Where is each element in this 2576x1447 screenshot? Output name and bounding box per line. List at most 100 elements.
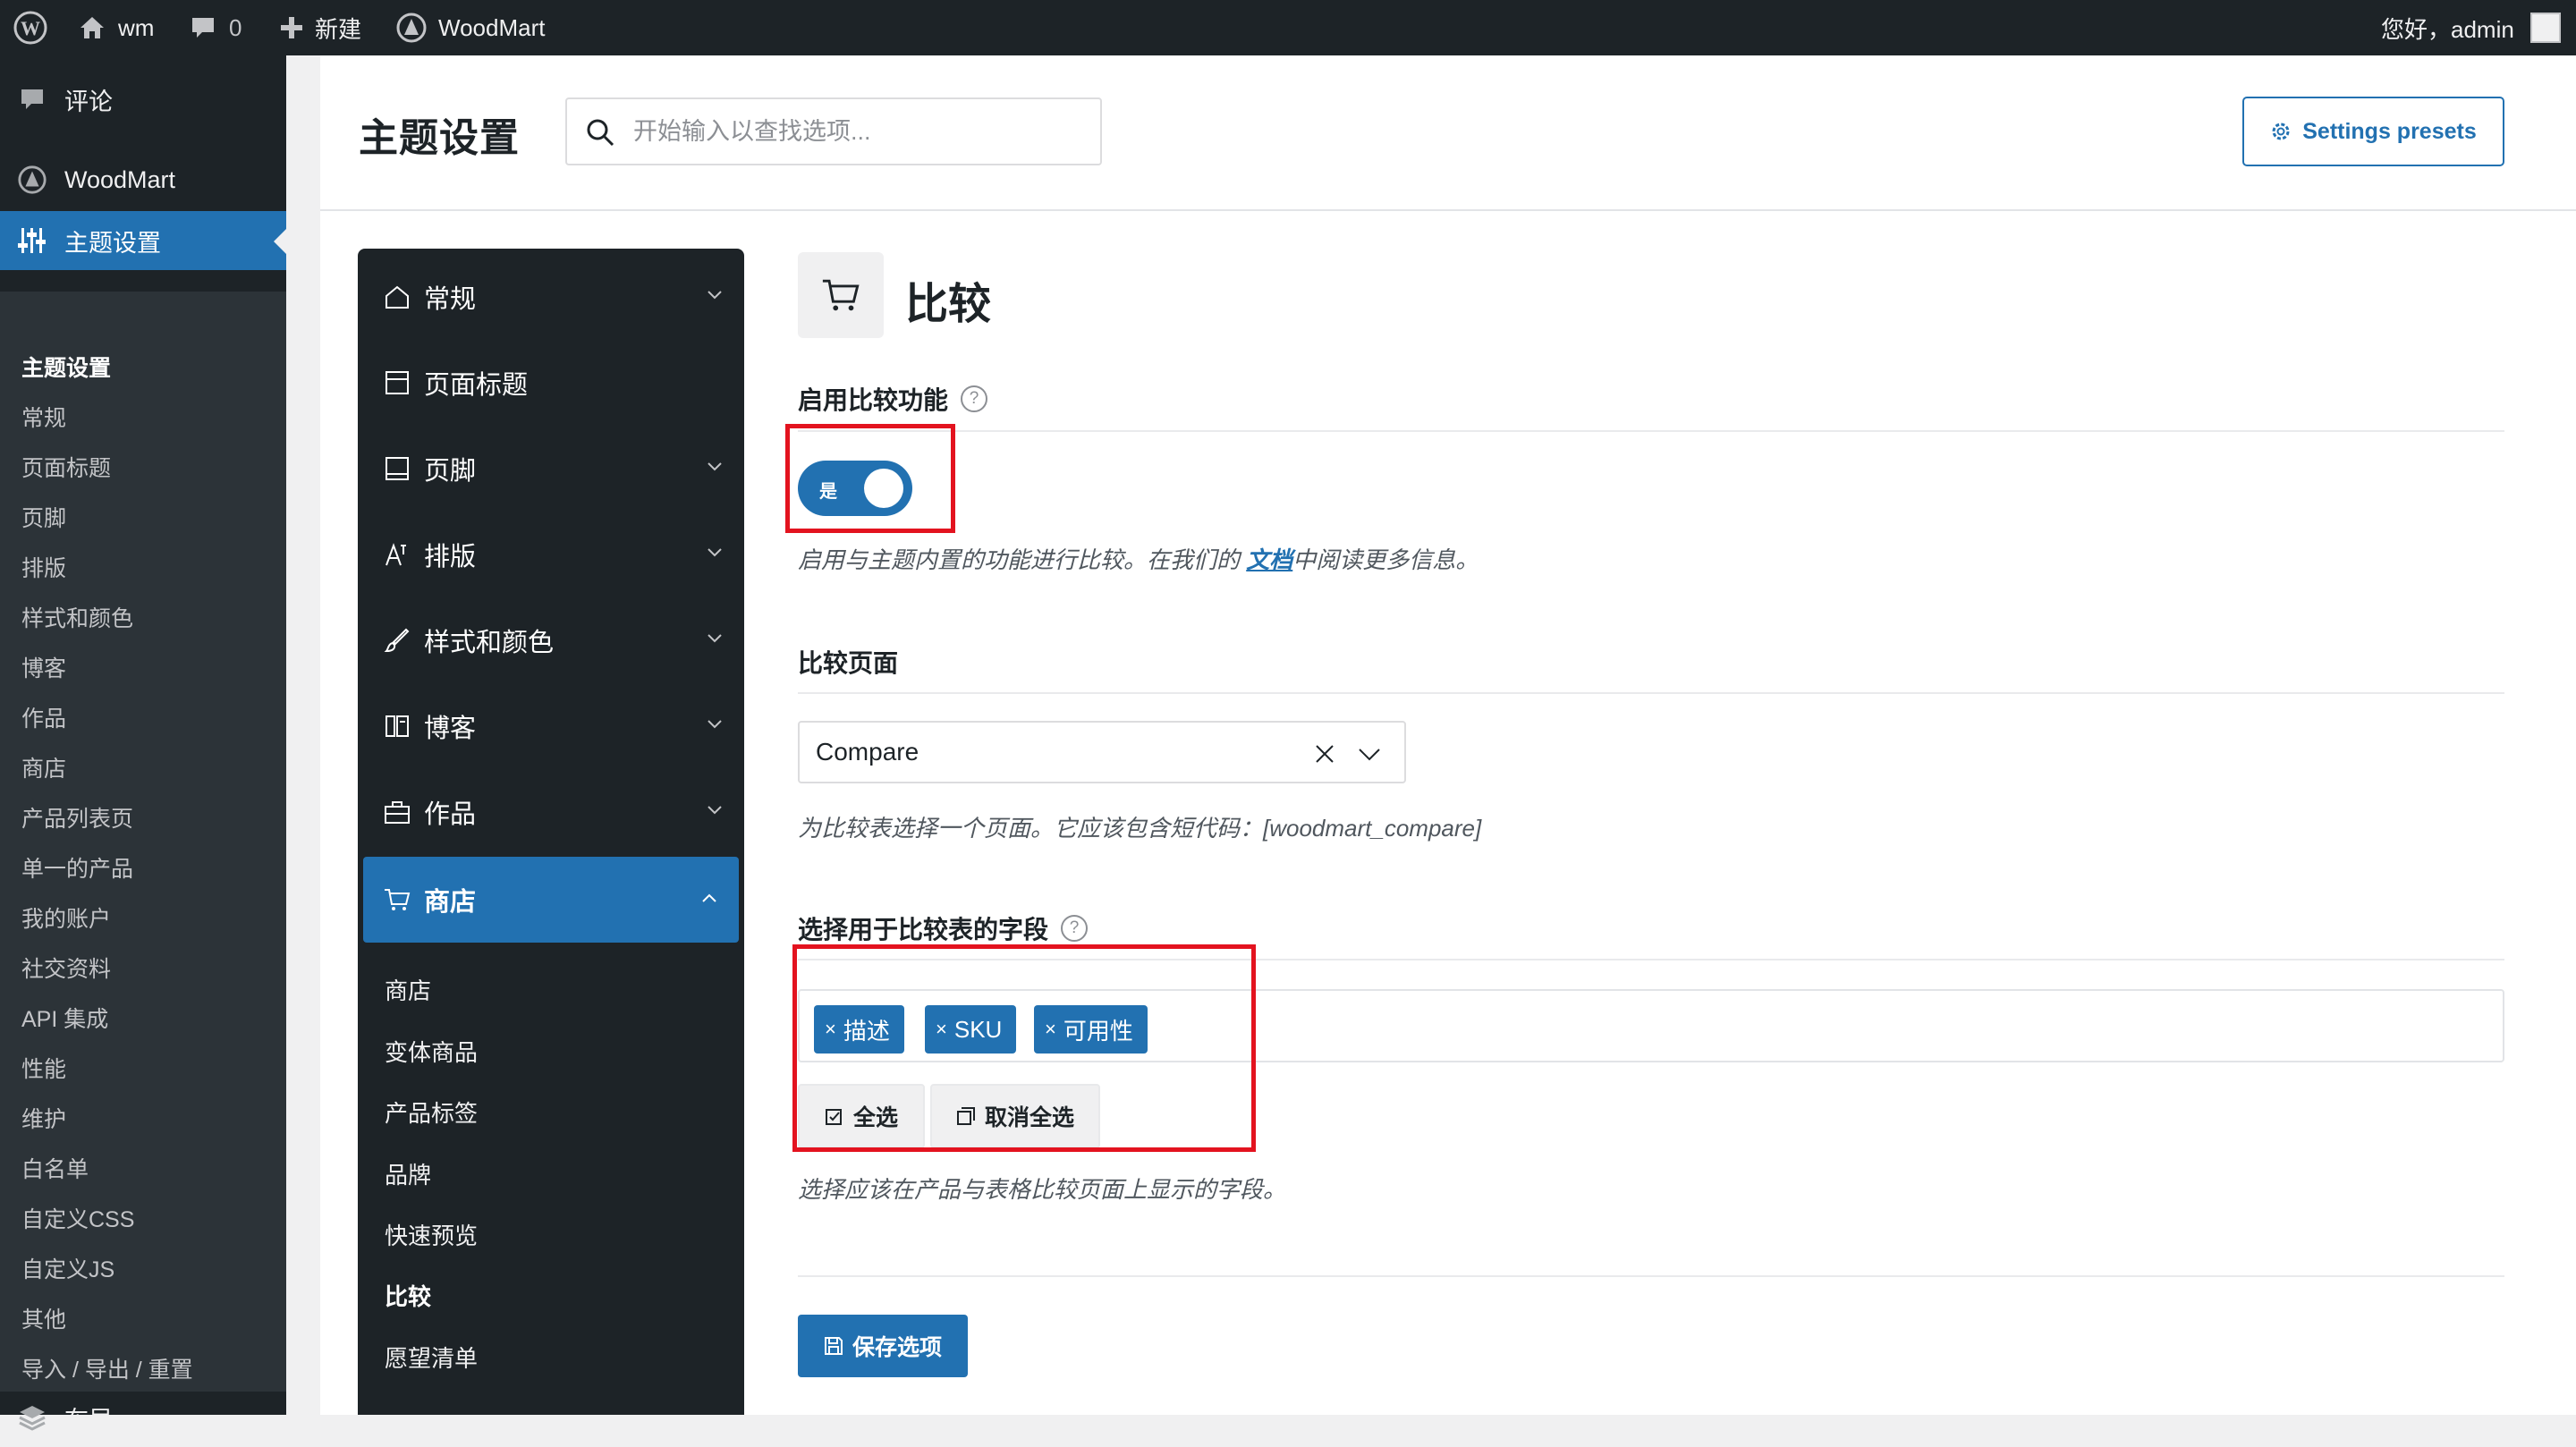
submenu-item-my-account[interactable]: 我的账户 [21, 901, 111, 934]
theme-settings-submenu: 主题设置 常规 页面标题 页脚 排版 样式和颜色 博客 作品 商店 产品列表页 … [0, 292, 286, 1392]
nav-subitem-compare[interactable]: 比较 [385, 1279, 431, 1312]
chevron-down-icon [708, 462, 722, 471]
nav-subitem-product-labels[interactable]: 产品标签 [385, 1096, 478, 1129]
nav-item-page-title[interactable]: 页面标题 [358, 340, 744, 426]
submenu-item-custom-js[interactable]: 自定义JS [21, 1252, 114, 1284]
page-title: 主题设置 [359, 116, 520, 160]
cart-icon [822, 279, 860, 311]
submenu-item-white-label[interactable]: 白名单 [21, 1152, 89, 1184]
woodmart-label: WoodMart [438, 13, 546, 41]
nav-item-portfolio[interactable]: 作品 [358, 769, 744, 855]
submenu-item-api[interactable]: API 集成 [21, 1002, 108, 1034]
submenu-item-general[interactable]: 常规 [21, 401, 66, 433]
clear-icon[interactable] [1315, 744, 1335, 764]
nav-item-shop[interactable]: 商店 [363, 857, 739, 943]
menu-item-woodmart[interactable]: WoodMart [0, 150, 286, 209]
brush-icon [384, 628, 410, 653]
footer-icon [386, 457, 409, 480]
submenu-item-performance[interactable]: 性能 [21, 1052, 66, 1084]
nav-item-label: 常规 [424, 285, 477, 314]
chevron-down-icon [708, 548, 722, 557]
submenu-item-social-profiles[interactable]: 社交资料 [21, 952, 111, 984]
site-name: wm [118, 13, 155, 41]
submenu-item-maintenance[interactable]: 维护 [21, 1102, 66, 1134]
compare-page-description: 为比较表选择一个页面。它应该包含短代码：[woodmart_compare] [798, 815, 1482, 842]
compare-fields-description: 选择应该在产品与表格比较页面上显示的字段。 [798, 1176, 1287, 1203]
help-icon[interactable]: ? [1061, 915, 1089, 942]
svg-text:W: W [21, 17, 40, 39]
submenu-item-portfolio[interactable]: 作品 [21, 701, 66, 733]
site-home-link[interactable]: wm [77, 0, 154, 55]
nav-item-label: 样式和颜色 [424, 629, 555, 657]
wordpress-logo-icon[interactable]: W [13, 0, 48, 55]
enable-compare-title: 启用比较功能 ? [798, 381, 988, 417]
field-title-text: 选择用于比较表的字段 [798, 916, 1049, 944]
nav-subitem-variable-products[interactable]: 变体商品 [385, 1035, 478, 1068]
compare-page-title: 比较页面 [798, 644, 898, 680]
layers-icon [16, 1401, 48, 1434]
submenu-item-blog[interactable]: 博客 [21, 651, 66, 683]
save-icon [824, 1337, 843, 1355]
compare-page-select[interactable]: Compare [798, 721, 1406, 783]
submenu-item-footer[interactable]: 页脚 [21, 501, 66, 533]
menu-item-comments[interactable]: 评论 [0, 70, 286, 129]
save-options-button[interactable]: 保存选项 [798, 1315, 968, 1377]
nav-subitem-shop[interactable]: 商店 [385, 973, 431, 1006]
woodmart-link[interactable]: WoodMart [395, 0, 545, 55]
gear-icon [2272, 123, 2290, 140]
submenu-item-product-archive[interactable]: 产品列表页 [21, 801, 133, 834]
menu-item-label: 评论 [64, 88, 113, 115]
menu-item-label: 布局 [64, 1406, 113, 1434]
plus-icon [281, 17, 302, 38]
submenu-item-page-title[interactable]: 页面标题 [21, 451, 111, 483]
nav-item-general[interactable]: 常规 [358, 254, 744, 340]
submenu-item-custom-css[interactable]: 自定义CSS [21, 1202, 134, 1234]
nav-item-label: 商店 [424, 888, 477, 917]
nav-subitem-wishlist[interactable]: 愿望清单 [385, 1341, 478, 1374]
search-box[interactable] [565, 97, 1102, 165]
compare-fields-title: 选择用于比较表的字段 ? [798, 910, 1089, 946]
divider [798, 692, 2504, 694]
chevron-down-icon [708, 806, 722, 815]
section-title: 比较 [905, 281, 992, 328]
settings-presets-button[interactable]: Settings presets [2242, 97, 2504, 166]
greeting: 您好，admin [2381, 15, 2514, 43]
nav-subitem-brands[interactable]: 品牌 [385, 1157, 431, 1190]
menu-item-layouts[interactable]: 布局 [0, 1388, 286, 1447]
comment-icon [192, 18, 214, 38]
chevron-down-icon[interactable] [1358, 748, 1381, 762]
docs-link[interactable]: 文档 [1246, 546, 1292, 573]
comment-count: 0 [229, 13, 242, 41]
chevron-down-icon [708, 720, 722, 729]
nav-item-label: 排版 [424, 543, 477, 571]
account-menu[interactable]: 您好，admin [2381, 0, 2561, 55]
nav-item-styles-colors[interactable]: 样式和颜色 [358, 597, 744, 683]
field-title-text: 比较页面 [798, 649, 899, 677]
desc-text: 启用与主题内置的功能进行比较。在我们的 [798, 546, 1247, 573]
comment-icon [16, 83, 48, 115]
comments-link[interactable]: 0 [190, 0, 242, 55]
nav-item-typography[interactable]: 排版 [358, 512, 744, 597]
search-icon [587, 119, 614, 147]
page-title-icon [386, 371, 409, 394]
briefcase-icon [385, 801, 410, 824]
submenu-item-import-export[interactable]: 导入 / 导出 / 重置 [21, 1352, 193, 1384]
submenu-item-styles-colors[interactable]: 样式和颜色 [21, 601, 133, 633]
nav-item-label: 作品 [424, 800, 477, 829]
new-content-link[interactable]: 新建 [279, 0, 361, 55]
menu-item-theme-settings[interactable]: 主题设置 [0, 211, 286, 270]
chevron-down-icon [708, 291, 722, 300]
nav-item-blog[interactable]: 博客 [358, 683, 744, 769]
submenu-item-single-product[interactable]: 单一的产品 [21, 851, 133, 884]
menu-item-label: WoodMart [64, 165, 176, 193]
submenu-item-other[interactable]: 其他 [21, 1302, 66, 1334]
nav-item-footer[interactable]: 页脚 [358, 426, 744, 512]
search-input[interactable] [631, 116, 1079, 147]
submenu-item-shop[interactable]: 商店 [21, 751, 66, 783]
home-icon [80, 17, 104, 38]
blog-icon [386, 715, 409, 737]
nav-subitem-quick-view[interactable]: 快速预览 [385, 1218, 478, 1251]
submenu-item-theme-settings[interactable]: 主题设置 [21, 351, 111, 383]
help-icon[interactable]: ? [961, 385, 988, 412]
submenu-item-typography[interactable]: 排版 [21, 551, 66, 583]
